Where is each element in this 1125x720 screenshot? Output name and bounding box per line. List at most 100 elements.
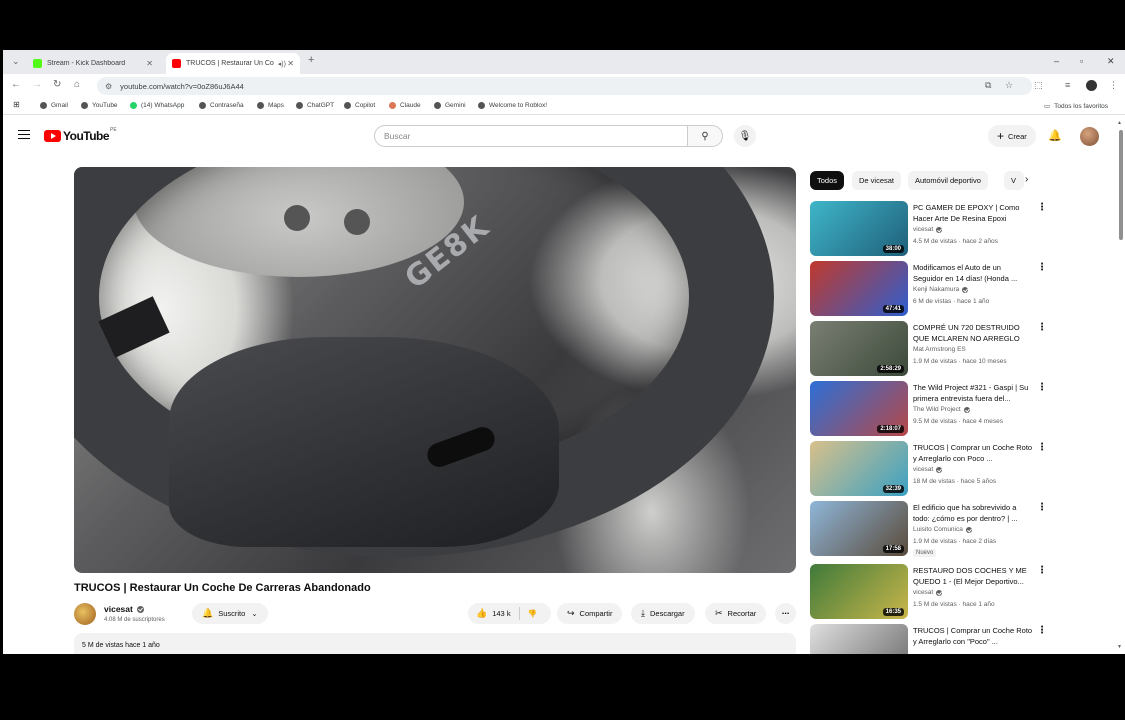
share-button[interactable]: ↪ Compartir xyxy=(557,603,623,624)
restore-icon[interactable]: ▫ xyxy=(1080,56,1083,66)
dislike-button[interactable]: 👎 xyxy=(520,603,545,624)
bookmark-gmail[interactable]: Gmail xyxy=(40,102,68,109)
reload-icon[interactable]: ↻ xyxy=(53,79,61,90)
create-button[interactable]: + Crear xyxy=(988,125,1036,147)
bookmark-chatgpt[interactable]: ChatGPT xyxy=(296,102,334,109)
hamburger-menu-icon[interactable] xyxy=(18,130,30,139)
extensions-icon[interactable]: ⬚ xyxy=(1034,80,1043,91)
more-vertical-icon[interactable]: ⋮ xyxy=(1037,625,1047,636)
recommendation-item[interactable]: 2:18:07 The Wild Project #321 - Gaspi | … xyxy=(810,381,1047,437)
all-bookmarks[interactable]: ▭ Todos los favoritos xyxy=(1044,102,1108,111)
chip-de-vicesat[interactable]: De vicesat xyxy=(852,171,902,190)
browser-menu-icon[interactable]: ⋮ xyxy=(1109,80,1118,91)
more-vertical-icon[interactable]: ⋮ xyxy=(1037,442,1047,453)
subscribed-button[interactable]: 🔔 Suscrito ⌄ xyxy=(192,603,268,624)
install-app-icon[interactable]: ⧉ xyxy=(985,80,991,91)
bookmark-claude[interactable]: Claude xyxy=(389,102,421,109)
page-scrollbar[interactable]: ▲ ▼ xyxy=(1117,120,1125,654)
more-actions-button[interactable]: ⋯ xyxy=(775,603,796,624)
chip-v[interactable]: V xyxy=(1004,171,1024,190)
more-vertical-icon[interactable]: ⋮ xyxy=(1037,262,1047,273)
recommendation-channel[interactable]: vicesat xyxy=(913,226,943,233)
recommendation-item[interactable]: 32:39 TRUCOS | Comprar un Coche Roto y A… xyxy=(810,441,1047,497)
recommendation-title[interactable]: El edificio que ha sobrevivido a todo: ¿… xyxy=(913,502,1033,524)
home-icon[interactable]: ⌂ xyxy=(74,79,80,90)
video-player[interactable]: GE8K xyxy=(74,167,796,573)
search-input[interactable]: Buscar xyxy=(374,125,688,147)
tab-youtube-video[interactable]: TRUCOS | Restaurar Un Co ◂)) ✕ xyxy=(166,53,300,74)
recommendation-channel[interactable]: Mat Armstrong ES xyxy=(913,346,966,353)
tab-kick-dashboard[interactable]: Stream - Kick Dashboard ✕ xyxy=(27,53,159,74)
scroll-up-icon[interactable]: ▲ xyxy=(1117,120,1122,126)
video-thumbnail[interactable]: 2:18:07 xyxy=(810,381,908,436)
notifications-bell-icon[interactable]: 🔔 xyxy=(1048,129,1062,142)
bookmark-maps[interactable]: Maps xyxy=(257,102,284,109)
recommendation-item[interactable]: 2:58:29 COMPRÉ UN 720 DESTRUIDO QUE MCLA… xyxy=(810,321,1047,377)
video-thumbnail[interactable]: 2:58:29 xyxy=(810,321,908,376)
audio-playing-icon[interactable]: ◂)) xyxy=(278,60,286,68)
more-vertical-icon[interactable]: ⋮ xyxy=(1037,322,1047,333)
recommendation-title[interactable]: RESTAURO DOS COCHES Y ME QUEDO 1 - (El M… xyxy=(913,565,1033,587)
video-thumbnail[interactable]: 16:35 xyxy=(810,564,908,619)
bookmark-gemini[interactable]: Gemini xyxy=(434,102,466,109)
chip-todos[interactable]: Todos xyxy=(810,171,845,190)
recommendation-channel[interactable]: vicesat xyxy=(913,589,943,596)
video-thumbnail[interactable]: 17:58 xyxy=(810,501,908,556)
media-control-icon[interactable]: ≡ xyxy=(1065,80,1070,90)
recommendation-title[interactable]: TRUCOS | Comprar un Coche Roto y Arregla… xyxy=(913,625,1033,647)
recommendation-channel[interactable]: Luisito Comunica xyxy=(913,526,972,533)
recommendation-item[interactable]: 38:00 PC GAMER DE EPOXY | Como Hacer Art… xyxy=(810,201,1047,257)
site-info-icon[interactable]: ⚙ xyxy=(105,82,112,91)
recommendation-title[interactable]: COMPRÉ UN 720 DESTRUIDO QUE MCLAREN NO A… xyxy=(913,322,1033,344)
new-tab-icon[interactable]: + xyxy=(308,54,314,66)
more-vertical-icon[interactable]: ⋮ xyxy=(1037,202,1047,213)
profile-icon[interactable] xyxy=(1086,80,1097,91)
chip-automovil-deportivo[interactable]: Automóvil deportivo xyxy=(908,171,988,190)
recommendation-title[interactable]: The Wild Project #321 - Gaspi | Su prime… xyxy=(913,382,1033,404)
recommendation-channel[interactable]: Kenji Nakamura xyxy=(913,286,969,293)
apps-grid-icon[interactable]: ⊞ xyxy=(13,100,20,109)
voice-search-button[interactable]: 🎙 xyxy=(734,125,756,147)
bookmark-youtube[interactable]: YouTube xyxy=(81,102,118,109)
tab-search-icon[interactable]: ⌄ xyxy=(12,56,20,67)
bookmark-contrasena[interactable]: Contraseña xyxy=(199,102,244,109)
recommendation-item[interactable]: 47:41 Modificamos el Auto de un Seguidor… xyxy=(810,261,1047,317)
more-vertical-icon[interactable]: ⋮ xyxy=(1037,502,1047,513)
chevron-right-icon[interactable]: › xyxy=(1025,174,1028,185)
description-box[interactable]: 5 M de vistas hace 1 año xyxy=(74,633,796,654)
recommendation-item[interactable]: TRUCOS | Comprar un Coche Roto y Arregla… xyxy=(810,624,1047,654)
recommendation-item[interactable]: 17:58 El edificio que ha sobrevivido a t… xyxy=(810,501,1047,557)
recommendation-item[interactable]: 16:35 RESTAURO DOS COCHES Y ME QUEDO 1 -… xyxy=(810,564,1047,620)
close-tab-icon[interactable]: ✕ xyxy=(146,59,153,68)
back-icon[interactable]: ← xyxy=(11,79,21,90)
search-button[interactable]: ⚲ xyxy=(688,125,723,147)
bookmark-copilot[interactable]: Copilot xyxy=(344,102,375,109)
forward-icon[interactable]: → xyxy=(32,79,42,90)
bookmark-whatsapp[interactable]: (14) WhatsApp xyxy=(130,102,184,109)
close-tab-icon[interactable]: ✕ xyxy=(287,59,294,68)
recommendation-channel[interactable]: The Wild Project xyxy=(913,406,970,413)
close-window-icon[interactable]: ✕ xyxy=(1107,56,1115,67)
more-vertical-icon[interactable]: ⋮ xyxy=(1037,565,1047,576)
scrollbar-thumb[interactable] xyxy=(1119,130,1123,240)
like-button[interactable]: 👍 143 k xyxy=(468,603,519,624)
recommendation-title[interactable]: Modificamos el Auto de un Seguidor en 14… xyxy=(913,262,1033,284)
address-bar[interactable]: ⚙ youtube.com/watch?v=0oZ86uJ6A44 xyxy=(97,77,1032,95)
channel-name-link[interactable]: vicesat xyxy=(104,604,144,614)
bookmark-star-icon[interactable]: ☆ xyxy=(1005,80,1013,91)
video-thumbnail[interactable]: 38:00 xyxy=(810,201,908,256)
download-button[interactable]: ⤓ Descargar xyxy=(631,603,695,624)
minimize-icon[interactable]: – xyxy=(1054,56,1059,66)
recommendation-title[interactable]: TRUCOS | Comprar un Coche Roto y Arregla… xyxy=(913,442,1033,464)
bookmark-roblox[interactable]: Welcome to Roblox! xyxy=(478,102,547,109)
recommendation-title[interactable]: PC GAMER DE EPOXY | Como Hacer Arte De R… xyxy=(913,202,1033,224)
more-vertical-icon[interactable]: ⋮ xyxy=(1037,382,1047,393)
youtube-logo[interactable]: YouTube PE xyxy=(44,127,117,143)
video-thumbnail[interactable] xyxy=(810,624,908,654)
video-thumbnail[interactable]: 32:39 xyxy=(810,441,908,496)
clip-button[interactable]: ✂ Recortar xyxy=(705,603,767,624)
recommendation-channel[interactable]: vicesat xyxy=(913,466,943,473)
account-avatar[interactable] xyxy=(1080,127,1099,146)
scroll-down-icon[interactable]: ▼ xyxy=(1117,644,1122,650)
channel-avatar[interactable] xyxy=(74,603,96,625)
